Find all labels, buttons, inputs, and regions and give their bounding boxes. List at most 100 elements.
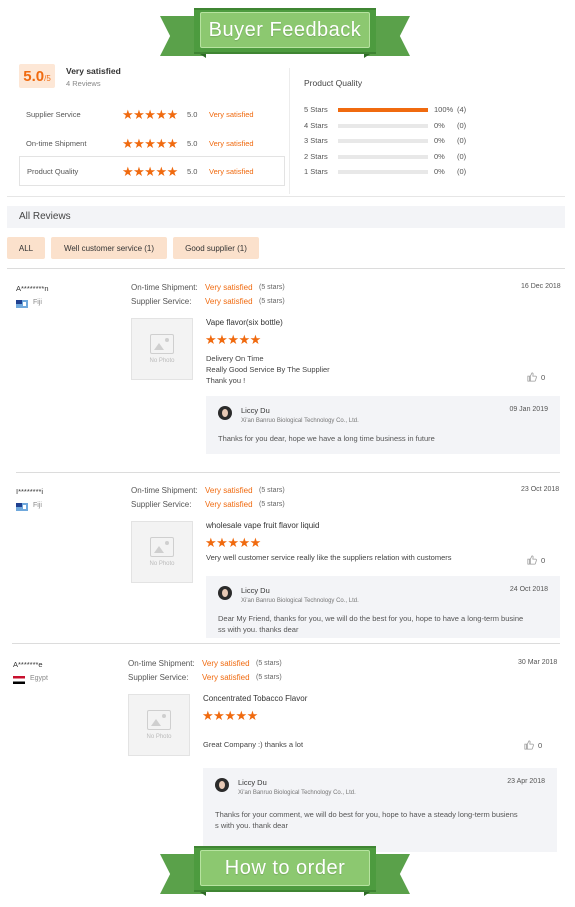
rating-label: Product Quality: [27, 166, 79, 176]
review-date: 30 Mar 2018: [518, 659, 558, 666]
distribution-percent: 0%: [434, 120, 445, 130]
product-rating-stars: ★★★★★: [202, 708, 258, 723]
ontime-rating-stars: (5 stars): [259, 284, 285, 291]
thumbs-up-icon[interactable]: [527, 555, 537, 565]
supplier-rating-text: Very satisfied: [202, 673, 250, 682]
supplier-label: Supplier Service:: [131, 500, 192, 509]
review-date: 23 Oct 2018: [521, 486, 560, 493]
rating-stars: ★★★★★: [122, 163, 178, 179]
product-name[interactable]: Concentrated Tobacco Flavor: [203, 694, 307, 703]
distribution-bar: [338, 123, 428, 128]
ontime-rating-stars: (5 stars): [256, 660, 282, 667]
rating-summary: 5.0/5 Very satisfied 4 Reviews Supplier …: [7, 60, 565, 197]
reply-company[interactable]: Xi'an Banruo Biological Technology Co., …: [241, 418, 359, 424]
rating-score: 5.0: [187, 166, 198, 176]
all-reviews-header: All Reviews: [7, 206, 565, 228]
rating-text: Very satisfied: [209, 138, 254, 148]
reply-text-line: Dear My Friend, thanks for you, we will …: [218, 614, 524, 623]
reviewer-name: A*******e: [13, 660, 43, 669]
reply-author: Liccy Du: [241, 406, 270, 415]
review-comment-line: Great Company :) thanks a lot: [203, 740, 304, 749]
reply-text-line: ss with you. thanks dear: [218, 625, 299, 634]
overall-score: 5.0: [23, 68, 45, 85]
product-photo-placeholder[interactable]: No Photo: [128, 694, 190, 756]
distribution-label: 2 Stars: [304, 151, 328, 161]
rating-text: Very satisfied: [209, 166, 254, 176]
distribution-bar: [338, 154, 428, 159]
filter-good-supplier[interactable]: Good supplier (1): [173, 237, 259, 259]
image-icon: [150, 537, 174, 557]
reply-text-line: Thanks for you dear, hope we have a long…: [218, 434, 435, 443]
reply-company[interactable]: Xi'an Banruo Biological Technology Co., …: [241, 598, 359, 604]
reviewer-name: A********n: [16, 284, 49, 293]
banner-title: How to order: [200, 850, 370, 886]
thumbs-up-icon[interactable]: [524, 740, 534, 750]
reply-company[interactable]: Xi'an Banruo Biological Technology Co., …: [238, 790, 356, 796]
distribution-percent: 0%: [434, 151, 445, 161]
image-icon: [150, 334, 174, 354]
review-comment-line: Really Good Service By The Supplier: [206, 365, 330, 374]
supplier-rating-text: Very satisfied: [205, 500, 253, 509]
distribution-bar: [338, 170, 428, 174]
reply-author: Liccy Du: [238, 778, 267, 787]
quality-distribution-title: Product Quality: [304, 78, 363, 88]
distribution-label: 3 Stars: [304, 136, 328, 145]
review-comment-line: Delivery On Time: [206, 354, 264, 363]
supplier-reply: Liccy Du Xi'an Banruo Biological Technol…: [206, 396, 560, 454]
image-icon: [147, 710, 171, 730]
filter-well-customer-service[interactable]: Well customer service (1): [51, 237, 167, 259]
rating-row-ontime-shipment: On-time Shipment ★★★★★ 5.0 Very satisfie…: [19, 129, 284, 157]
fiji-flag-icon: [16, 503, 28, 511]
product-rating-stars: ★★★★★: [205, 535, 261, 550]
distribution-count: (0): [457, 151, 467, 161]
avatar: [218, 406, 232, 420]
product-name[interactable]: Vape flavor(six bottle): [206, 318, 283, 327]
distribution-count: (0): [457, 167, 467, 176]
product-name[interactable]: wholesale vape fruit flavor liquid: [206, 521, 319, 530]
divider: [16, 472, 560, 473]
reply-author: Liccy Du: [241, 586, 270, 595]
review-comment-line: Thank you !: [206, 376, 246, 385]
overall-label: Very satisfied: [66, 66, 121, 76]
avatar: [218, 586, 232, 600]
distribution-percent: 100%: [434, 105, 454, 114]
reviewer-country: Egypt: [30, 675, 48, 682]
rating-stars: ★★★★★: [122, 135, 178, 151]
rating-stars: ★★★★★: [122, 106, 178, 122]
distribution-bar: [338, 108, 428, 112]
reply-date: 24 Oct 2018: [509, 586, 548, 593]
reviewer-country: Fiji: [33, 502, 42, 509]
no-photo-label: No Photo: [149, 358, 175, 364]
thumbs-up-icon[interactable]: [527, 372, 537, 382]
how-to-order-banner: How to order: [160, 842, 410, 898]
product-rating-stars: ★★★★★: [205, 332, 261, 347]
filter-all[interactable]: ALL: [7, 237, 45, 259]
review-comment-line: Very well customer service really like t…: [206, 553, 452, 562]
distribution-count: (4): [457, 105, 467, 114]
distribution-bar-fill: [338, 108, 428, 112]
supplier-rating-text: Very satisfied: [205, 297, 253, 306]
supplier-reply: Liccy Du Xi'an Banruo Biological Technol…: [206, 576, 560, 638]
no-photo-label: No Photo: [149, 561, 175, 567]
overall-score-badge: 5.0/5: [19, 64, 55, 88]
distribution-percent: 0%: [434, 136, 445, 145]
rating-text: Very satisfied: [209, 109, 254, 119]
like-count: 0: [538, 741, 543, 750]
product-photo-placeholder[interactable]: No Photo: [131, 521, 193, 583]
ontime-rating-text: Very satisfied: [205, 486, 253, 495]
ontime-rating-stars: (5 stars): [259, 487, 285, 494]
reply-text-line: s with you. thank dear: [215, 821, 288, 830]
review-date: 16 Dec 2018: [521, 283, 561, 290]
rating-score: 5.0: [187, 109, 198, 119]
ontime-rating-text: Very satisfied: [202, 659, 250, 668]
no-photo-label: No Photo: [146, 734, 172, 740]
reviewer-name: I********i: [16, 487, 44, 496]
overall-score-max: /5: [44, 74, 51, 83]
rating-row-product-quality[interactable]: Product Quality ★★★★★ 5.0 Very satisfied: [19, 156, 285, 186]
supplier-label: Supplier Service:: [128, 673, 189, 682]
ontime-label: On-time Shipment:: [128, 659, 195, 668]
rating-label: On-time Shipment: [26, 138, 87, 148]
like-count: 0: [541, 556, 546, 565]
product-photo-placeholder[interactable]: No Photo: [131, 318, 193, 380]
ontime-label: On-time Shipment:: [131, 283, 198, 292]
